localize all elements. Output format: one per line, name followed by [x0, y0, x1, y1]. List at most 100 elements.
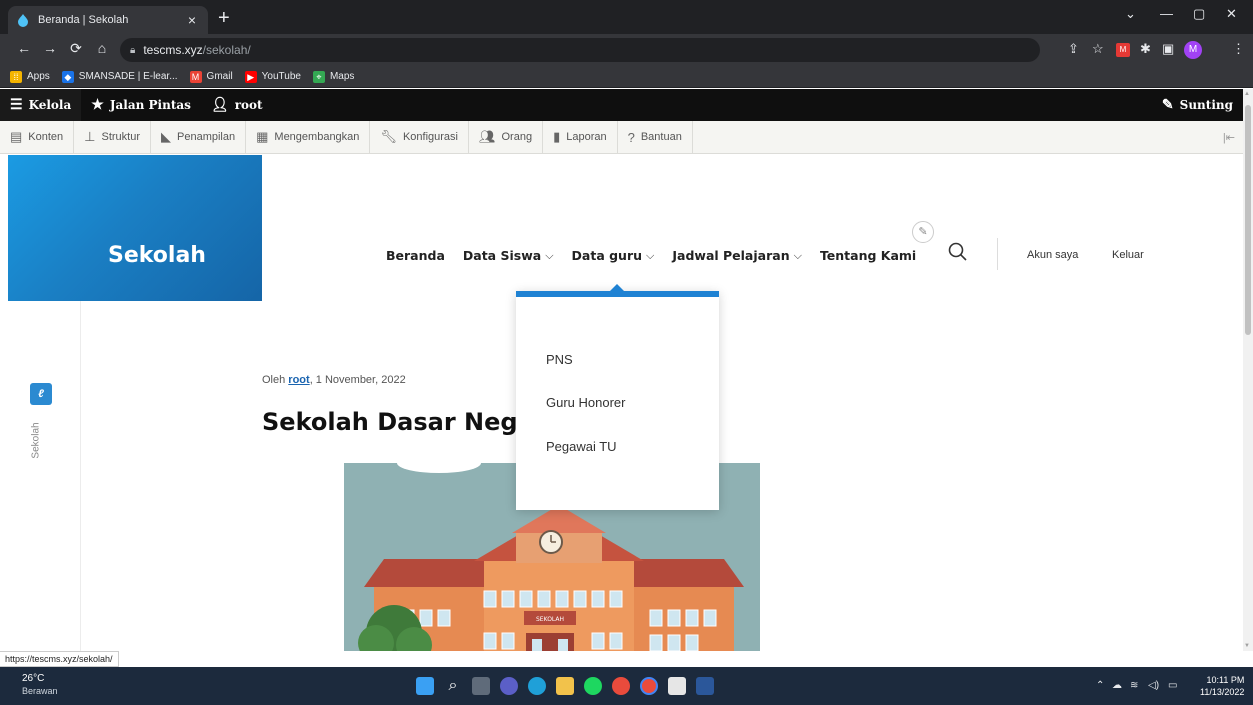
task-view-icon[interactable] [472, 677, 490, 695]
logout-link[interactable]: Keluar [1112, 249, 1144, 261]
windows-start-icon[interactable] [416, 677, 434, 695]
tray-item-mengembangkan[interactable]: ▦ Mengembangkan [246, 120, 371, 154]
browser-tab[interactable]: Beranda | Sekolah × [8, 6, 208, 34]
volume-icon[interactable]: ◁) [1148, 680, 1159, 691]
scroll-up-icon[interactable]: ▲ [1244, 91, 1250, 97]
weather-widget[interactable]: 26°C Berawan [22, 673, 58, 697]
lock-icon: 🔒︎ [130, 44, 136, 56]
url-input[interactable]: 🔒︎ tescms.xyz /sekolah/ [120, 38, 1040, 62]
new-tab-button[interactable]: + [218, 8, 230, 28]
show-hidden-icons-icon[interactable]: ⌃ [1096, 680, 1104, 691]
tray-item-konfigurasi[interactable]: 🔧︎ Konfigurasi [370, 120, 469, 154]
data-guru-dropdown: PNS Guru Honorer Pegawai TU [516, 284, 719, 510]
chrome-menu-icon[interactable]: ⋮ [1232, 41, 1245, 57]
sidebar-label-text: Sekolah [30, 422, 42, 459]
bookmark-label: SMANSADE | E-lear... [78, 71, 178, 82]
nav-item-beranda[interactable]: Beranda [386, 248, 445, 263]
nav-item-data-siswa[interactable]: Data Siswa ⌵ [463, 248, 554, 263]
tray-item-struktur[interactable]: ⊥ Struktur [74, 120, 152, 154]
cloud-icon[interactable]: ☁ [1112, 680, 1122, 691]
home-icon[interactable]: ⌂ [92, 40, 112, 56]
kelola-button[interactable]: ☰ Kelola [0, 89, 82, 121]
spotify-icon[interactable] [584, 677, 602, 695]
site-logo-icon[interactable]: ℓ [30, 383, 52, 405]
tray-item-orang[interactable]: 👥︎ Orang [469, 120, 544, 154]
bookmark-label: Maps [329, 71, 355, 82]
restore-icon[interactable]: ▢ [1193, 6, 1205, 22]
scrollbar-thumb[interactable] [1245, 105, 1251, 335]
sidebar-site-label: Sekolah [28, 417, 54, 467]
snipping-tool-icon[interactable] [668, 677, 686, 695]
tab-title: Beranda | Sekolah [38, 14, 129, 26]
chrome-icon[interactable] [612, 677, 630, 695]
people-icon: 👥︎ [478, 129, 496, 144]
file-explorer-icon[interactable] [556, 677, 574, 695]
user-button[interactable]: 👤︎ root [201, 89, 273, 121]
battery-icon[interactable]: ▭ [1168, 680, 1177, 691]
site-branding[interactable]: Sekolah [8, 155, 262, 301]
back-icon[interactable]: ← [14, 40, 34, 56]
profile-avatar[interactable]: M [1184, 41, 1202, 59]
teams-chat-icon[interactable] [500, 677, 518, 695]
scroll-down-icon[interactable]: ▼ [1244, 643, 1250, 649]
youtube-icon: ▶ [244, 70, 257, 83]
nav-item-tentang-kami[interactable]: Tentang Kami [820, 248, 916, 263]
forward-icon[interactable]: → [40, 40, 60, 56]
tray-item-label: Penampilan [177, 131, 236, 143]
bookmark-youtube[interactable]: ▶ YouTube [244, 70, 301, 83]
share-icon[interactable]: ⇪ [1068, 41, 1079, 57]
tray-item-laporan[interactable]: ▮ Laporan [543, 120, 618, 154]
search-icon[interactable] [948, 242, 968, 262]
nav-item-jadwal-pelajaran[interactable]: Jadwal Pelajaran ⌵ [672, 248, 802, 263]
user-label: root [234, 98, 263, 112]
extensions-puzzle-icon[interactable]: ✱ [1140, 41, 1151, 57]
tab-search-icon[interactable]: ⌄ [1125, 6, 1136, 22]
author-link[interactable]: root [288, 374, 309, 386]
tab-close-button[interactable]: × [184, 12, 200, 28]
tray-item-label: Laporan [566, 131, 607, 143]
bookmark-smansade[interactable]: ◆ SMANSADE | E-lear... [61, 70, 178, 83]
dropdown-item-guru-honorer[interactable]: Guru Honorer [546, 395, 625, 410]
bookmark-gmail[interactable]: M Gmail [189, 70, 233, 83]
page-scrollbar[interactable]: ▲ ▼ [1243, 89, 1253, 651]
tray-orientation-toggle-icon[interactable]: |⇤ [1223, 131, 1235, 144]
wifi-icon[interactable]: ≋ [1130, 680, 1138, 691]
tray-item-penampilan[interactable]: ◣ Penampilan [151, 120, 247, 154]
bookmark-apps[interactable]: ⁞⁞ Apps [10, 70, 50, 83]
nav-item-data-guru[interactable]: Data guru ⌵ [572, 248, 655, 263]
edit-button[interactable]: ✎ Sunting [1152, 89, 1243, 121]
tray-item-label: Konfigurasi [402, 131, 458, 143]
clock-time: 10:11 PM [1206, 675, 1245, 685]
bookmark-star-icon[interactable]: ☆ [1092, 41, 1104, 57]
account-link[interactable]: Akun saya [1027, 249, 1078, 261]
tray-item-bantuan[interactable]: ? Bantuan [618, 120, 693, 154]
close-window-icon[interactable]: ✕ [1226, 6, 1237, 22]
admin-tray: ▤ Konten ⊥ Struktur ◣ Penampilan ▦ Menge… [0, 120, 1243, 154]
extension-icon[interactable]: M [1116, 43, 1130, 57]
dropdown-item-pegawai-tu[interactable]: Pegawai TU [546, 439, 617, 454]
word-icon[interactable] [696, 677, 714, 695]
chevron-down-icon: ⌵ [646, 248, 655, 262]
nav-label: Data Siswa [462, 248, 542, 263]
reload-icon[interactable]: ⟳ [66, 40, 86, 57]
site-name[interactable]: Sekolah [108, 243, 206, 268]
chrome-profile-icon[interactable] [640, 677, 658, 695]
article-title[interactable]: Sekolah Dasar Negeri [262, 408, 522, 436]
minimize-icon[interactable]: — [1160, 6, 1173, 21]
side-panel-icon[interactable]: ▣ [1162, 41, 1174, 57]
contextual-edit-icon[interactable]: ✎ [912, 221, 934, 243]
bookmark-maps[interactable]: ⌖ Maps [312, 70, 355, 83]
content-icon: ▤ [10, 129, 23, 144]
nav-label: Data guru [571, 248, 643, 263]
extend-icon: ▦ [256, 129, 269, 144]
taskbar-search-icon[interactable]: ⌕ [444, 677, 462, 695]
edge-browser-icon[interactable] [528, 677, 546, 695]
bookmarks-bar: ⁞⁞ Apps ◆ SMANSADE | E-lear... M Gmail ▶… [0, 66, 1253, 88]
tray-item-label: Konten [28, 131, 64, 143]
tray-item-konten[interactable]: ▤ Konten [0, 120, 75, 154]
dropdown-item-pns[interactable]: PNS [546, 352, 573, 367]
taskbar-clock[interactable]: 10:11 PM 11/13/2022 [1200, 674, 1244, 698]
shortcuts-button[interactable]: ★ Jalan Pintas [81, 89, 201, 121]
chevron-down-icon: ⌵ [545, 248, 554, 262]
weather-temperature: 26°C [22, 673, 45, 684]
